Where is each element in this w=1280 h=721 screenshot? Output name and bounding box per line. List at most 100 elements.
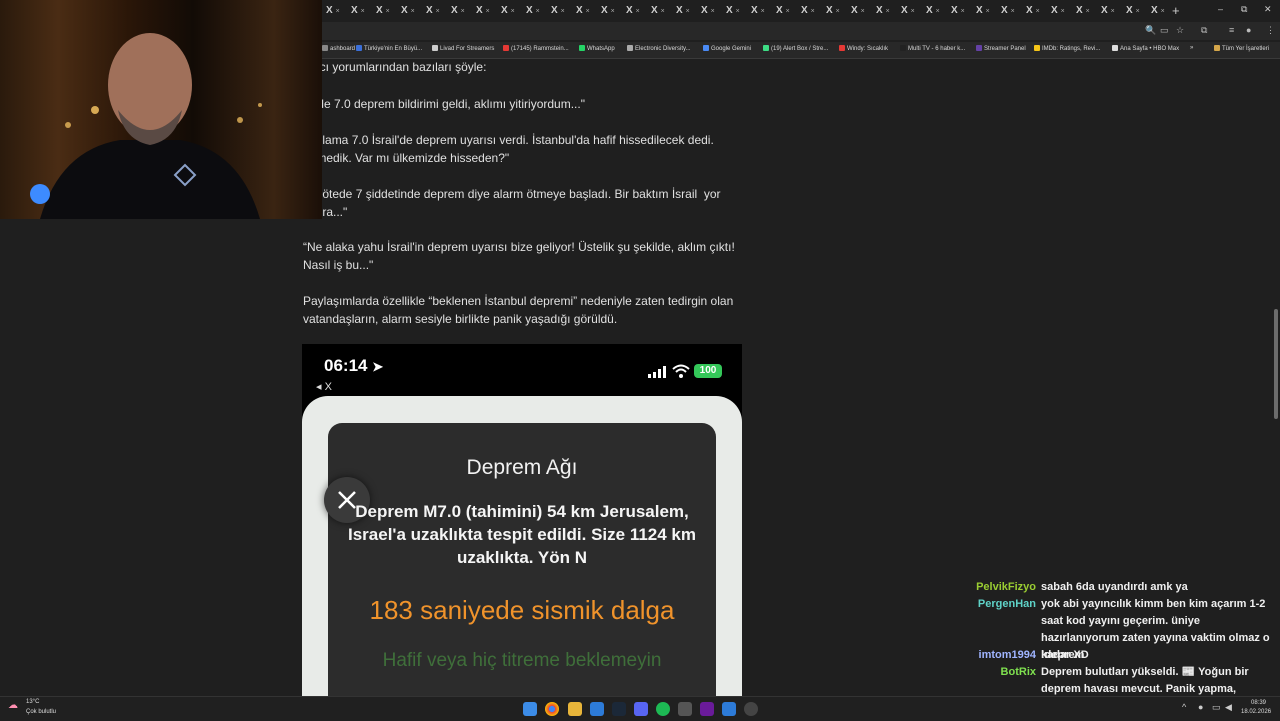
tab-close-icon[interactable]: × bbox=[786, 8, 790, 15]
tab-close-icon[interactable]: × bbox=[536, 8, 540, 15]
app-icon[interactable] bbox=[722, 702, 736, 716]
tab-close-icon[interactable]: × bbox=[736, 8, 740, 15]
tab-close-icon[interactable]: × bbox=[761, 8, 765, 15]
bookmark-item[interactable]: Türkiye'nin En Büyü... bbox=[356, 45, 422, 52]
tab-close-icon[interactable]: × bbox=[461, 8, 465, 15]
tab-close-icon[interactable]: × bbox=[386, 8, 390, 15]
browser-tab[interactable]: X × bbox=[501, 3, 525, 19]
calculator-icon[interactable] bbox=[678, 702, 692, 716]
browser-tab[interactable]: X × bbox=[1076, 3, 1100, 19]
minimize-button[interactable]: – bbox=[1218, 4, 1223, 14]
tab-close-icon[interactable]: × bbox=[511, 8, 515, 15]
new-tab-button[interactable]: + bbox=[1172, 3, 1180, 18]
discord-icon[interactable] bbox=[634, 702, 648, 716]
browser-tab[interactable]: X × bbox=[751, 3, 775, 19]
browser-tab[interactable]: X × bbox=[876, 3, 900, 19]
app-icon[interactable] bbox=[590, 702, 604, 716]
bookmark-star-icon[interactable]: ☆ bbox=[1176, 25, 1184, 36]
tab-close-icon[interactable]: × bbox=[561, 8, 565, 15]
browser-tab[interactable]: X × bbox=[401, 3, 425, 19]
chrome-icon[interactable] bbox=[545, 702, 559, 716]
browser-tab[interactable]: X × bbox=[1026, 3, 1050, 19]
tab-close-icon[interactable]: × bbox=[1086, 8, 1090, 15]
browser-tab[interactable]: X × bbox=[851, 3, 875, 19]
bookmark-item[interactable]: (17145) Rammstein... bbox=[503, 45, 569, 52]
microphone-icon[interactable]: ● bbox=[1198, 702, 1203, 712]
volume-icon[interactable]: ◀ bbox=[1225, 702, 1232, 713]
bookmark-item[interactable]: IMDb: Ratings, Revi... bbox=[1034, 45, 1100, 52]
tab-close-icon[interactable]: × bbox=[411, 8, 415, 15]
tab-close-icon[interactable]: × bbox=[961, 8, 965, 15]
obs-icon[interactable] bbox=[744, 702, 758, 716]
tab-close-icon[interactable]: × bbox=[611, 8, 615, 15]
cast-icon[interactable]: ▭ bbox=[1160, 25, 1169, 36]
app-icon[interactable] bbox=[700, 702, 714, 716]
browser-tab[interactable]: X × bbox=[601, 3, 625, 19]
bookmark-item[interactable]: Google Gemini bbox=[703, 45, 751, 52]
tab-close-icon[interactable]: × bbox=[686, 8, 690, 15]
profile-icon[interactable]: ● bbox=[1246, 25, 1251, 35]
tab-close-icon[interactable]: × bbox=[711, 8, 715, 15]
browser-tab[interactable]: X × bbox=[426, 3, 450, 19]
browser-tab[interactable]: X × bbox=[726, 3, 750, 19]
tab-close-icon[interactable]: × bbox=[911, 8, 915, 15]
all-bookmarks-button[interactable]: Tüm Yer İşaretleri bbox=[1214, 45, 1269, 52]
browser-tab[interactable]: X × bbox=[926, 3, 950, 19]
tab-close-icon[interactable]: × bbox=[436, 8, 440, 15]
tab-close-icon[interactable]: × bbox=[861, 8, 865, 15]
bookmark-item[interactable]: WhatsApp bbox=[579, 45, 615, 52]
network-icon[interactable]: ▭ bbox=[1212, 702, 1221, 713]
browser-tab[interactable]: X × bbox=[976, 3, 1000, 19]
tab-close-icon[interactable]: × bbox=[886, 8, 890, 15]
browser-tab[interactable]: X × bbox=[451, 3, 475, 19]
browser-tab[interactable]: X × bbox=[901, 3, 925, 19]
bookmarks-overflow-button[interactable]: » bbox=[1190, 45, 1193, 51]
maximize-button[interactable]: ⧉ bbox=[1241, 4, 1247, 15]
browser-tab[interactable]: X × bbox=[651, 3, 675, 19]
browser-tab[interactable]: X × bbox=[576, 3, 600, 19]
browser-tab[interactable]: X × bbox=[526, 3, 550, 19]
browser-tab[interactable]: X × bbox=[826, 3, 850, 19]
tab-close-icon[interactable]: × bbox=[1136, 8, 1140, 15]
browser-tab[interactable]: X × bbox=[626, 3, 650, 19]
media-icon[interactable]: ≡ bbox=[1229, 25, 1234, 35]
tab-close-icon[interactable]: × bbox=[811, 8, 815, 15]
tab-close-icon[interactable]: × bbox=[1161, 8, 1165, 15]
close-window-button[interactable]: ✕ bbox=[1264, 4, 1272, 15]
zoom-icon[interactable]: 🔍 bbox=[1145, 25, 1156, 36]
clock-time[interactable]: 08:39 bbox=[1251, 700, 1266, 706]
start-icon[interactable] bbox=[523, 702, 537, 716]
tab-close-icon[interactable]: × bbox=[361, 8, 365, 15]
tab-close-icon[interactable]: × bbox=[586, 8, 590, 15]
bookmark-item[interactable]: Livad For Streamers bbox=[432, 45, 494, 52]
browser-tab[interactable]: X × bbox=[326, 3, 350, 19]
menu-icon[interactable]: ⋮ bbox=[1266, 25, 1275, 36]
tab-close-icon[interactable]: × bbox=[486, 8, 490, 15]
bookmark-item[interactable]: Windy: Sıcaklık bbox=[839, 45, 888, 52]
browser-tab[interactable]: X × bbox=[676, 3, 700, 19]
browser-tab[interactable]: X × bbox=[701, 3, 725, 19]
clock-date[interactable]: 18.02.2026 bbox=[1241, 709, 1271, 715]
tab-close-icon[interactable]: × bbox=[836, 8, 840, 15]
tab-close-icon[interactable]: × bbox=[1011, 8, 1015, 15]
page-scrollbar[interactable] bbox=[1272, 59, 1280, 696]
bookmark-item[interactable]: ashboard bbox=[322, 45, 355, 52]
tab-close-icon[interactable]: × bbox=[936, 8, 940, 15]
browser-tab[interactable]: X × bbox=[1001, 3, 1025, 19]
bookmark-item[interactable]: Ana Sayfa • HBO Max bbox=[1112, 45, 1179, 52]
browser-tab[interactable]: X × bbox=[351, 3, 375, 19]
browser-tab[interactable]: X × bbox=[801, 3, 825, 19]
browser-tab[interactable]: X × bbox=[1051, 3, 1075, 19]
tab-close-icon[interactable]: × bbox=[1061, 8, 1065, 15]
browser-tab[interactable]: X × bbox=[1126, 3, 1150, 19]
tab-close-icon[interactable]: × bbox=[661, 8, 665, 15]
weather-icon[interactable]: ☁ bbox=[8, 700, 18, 711]
spotify-icon[interactable] bbox=[656, 702, 670, 716]
extensions-icon[interactable]: ⧉ bbox=[1201, 25, 1207, 36]
tab-close-icon[interactable]: × bbox=[336, 8, 340, 15]
scrollbar-thumb[interactable] bbox=[1274, 309, 1278, 419]
browser-tab[interactable]: X × bbox=[776, 3, 800, 19]
file-explorer-icon[interactable] bbox=[568, 702, 582, 716]
tab-close-icon[interactable]: × bbox=[1111, 8, 1115, 15]
steam-icon[interactable] bbox=[612, 702, 626, 716]
